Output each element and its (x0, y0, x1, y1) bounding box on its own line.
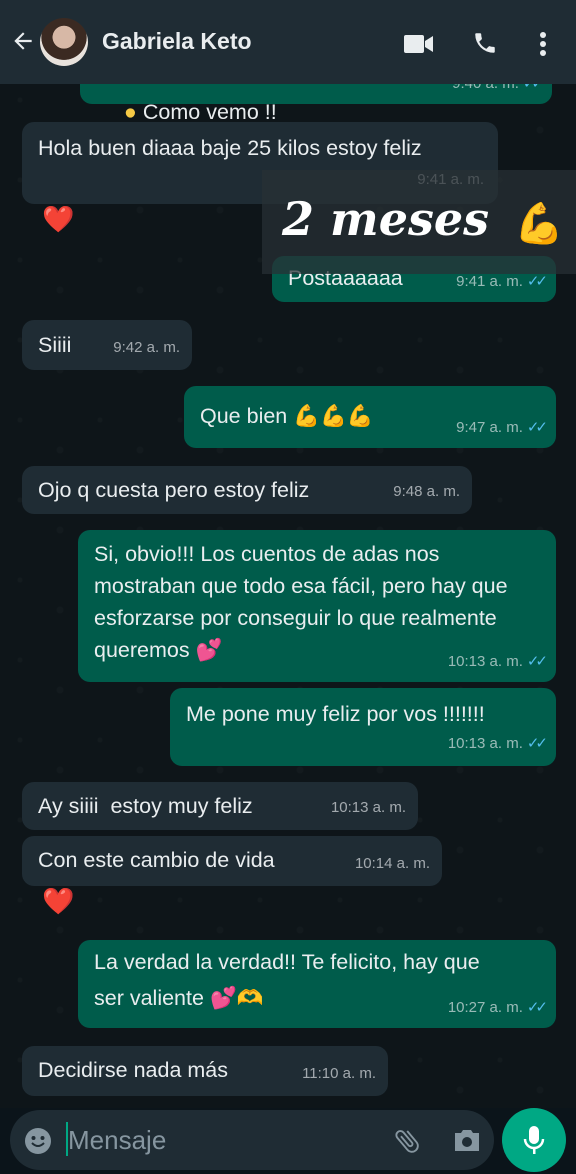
back-arrow-icon[interactable] (10, 28, 36, 54)
message-time: 9:47 a. m. ✓✓ (456, 419, 548, 436)
read-ticks-icon: ✓✓ (526, 653, 548, 670)
message-in[interactable]: Siiii 9:42 a. m. (22, 320, 192, 370)
message-text: Decidirse nada más (38, 1058, 229, 1082)
message-time: 10:13 a. m. (330, 799, 406, 816)
flexed-biceps-emoji: 💪💪💪 (293, 404, 374, 428)
message-text: Siiii (38, 333, 72, 357)
message-text: Con este cambio de vida (38, 848, 275, 872)
message-in[interactable]: Ay siiii estoy muy feliz 10:13 a. m. (22, 782, 418, 830)
avatar[interactable] (40, 18, 88, 66)
contact-name[interactable]: Gabriela Keto (102, 28, 252, 55)
message-time: 9:42 a. m. (113, 339, 180, 356)
read-ticks-icon: ✓✓ (526, 999, 548, 1016)
message-time: 10:13 a. m. ✓✓ (447, 735, 548, 752)
message-text: Me pone muy feliz por vos !!!!!!! (186, 702, 485, 726)
message-time: 9:48 a. m. (393, 483, 460, 500)
message-time: 10:27 a. m. ✓✓ (447, 999, 548, 1016)
caption-overlay: 2 meses 💪 (262, 170, 576, 274)
more-vert-icon[interactable] (538, 31, 548, 57)
message-text: Ojo q cuesta pero estoy feliz (38, 478, 310, 502)
message-time: 10:14 a. m. (354, 855, 430, 872)
read-ticks-icon: ✓✓ (526, 273, 548, 290)
mic-icon (523, 1126, 545, 1154)
message-out[interactable]: La verdad la verdad!! Te felicito, hay q… (78, 940, 556, 1028)
message-out[interactable]: Me pone muy feliz por vos !!!!!!! 10:13 … (170, 688, 556, 766)
heart-reaction-icon[interactable]: ❤️ (42, 204, 74, 235)
message-text: La verdad la verdad!! Te felicito, hay q… (94, 944, 504, 1016)
phone-icon[interactable] (472, 30, 498, 56)
mic-button[interactable] (502, 1108, 566, 1172)
chat-header: Gabriela Keto (0, 0, 576, 84)
message-input-placeholder: Mensaje (68, 1125, 167, 1155)
flexed-biceps-emoji: 💪 (514, 202, 564, 246)
message-text: Hola buen diaaa baje 25 kilos estoy feli… (38, 136, 422, 160)
read-ticks-icon: ✓✓ (526, 419, 548, 436)
message-in[interactable]: Ojo q cuesta pero estoy feliz 9:48 a. m. (22, 466, 472, 514)
message-time: 11:10 a. m. (302, 1065, 376, 1082)
overlay-text: 2 meses (282, 192, 490, 246)
message-in[interactable]: Con este cambio de vida 10:14 a. m. (22, 836, 442, 886)
read-ticks-icon: ✓✓ (526, 735, 548, 752)
attach-icon[interactable] (392, 1126, 422, 1156)
emoji-icon[interactable] (24, 1127, 52, 1155)
message-out[interactable]: Que bien 💪💪💪 9:47 a. m. ✓✓ (184, 386, 556, 448)
hearts-emoji: 💕🫶 (209, 986, 264, 1010)
heart-reaction-icon[interactable]: ❤️ (42, 886, 74, 917)
video-call-icon[interactable] (404, 34, 434, 54)
message-time: 10:13 a. m. ✓✓ (447, 653, 548, 670)
message-text: Ay siiii estoy muy feliz (38, 794, 253, 818)
message-in[interactable]: Decidirse nada más 11:10 a. m. (22, 1046, 388, 1096)
camera-icon[interactable] (452, 1126, 482, 1154)
message-text: Que bien 💪💪💪 (200, 400, 374, 432)
two-hearts-emoji: 💕 (195, 638, 223, 662)
message-out[interactable]: Si, obvio!!! Los cuentos de adas nos mos… (78, 530, 556, 682)
